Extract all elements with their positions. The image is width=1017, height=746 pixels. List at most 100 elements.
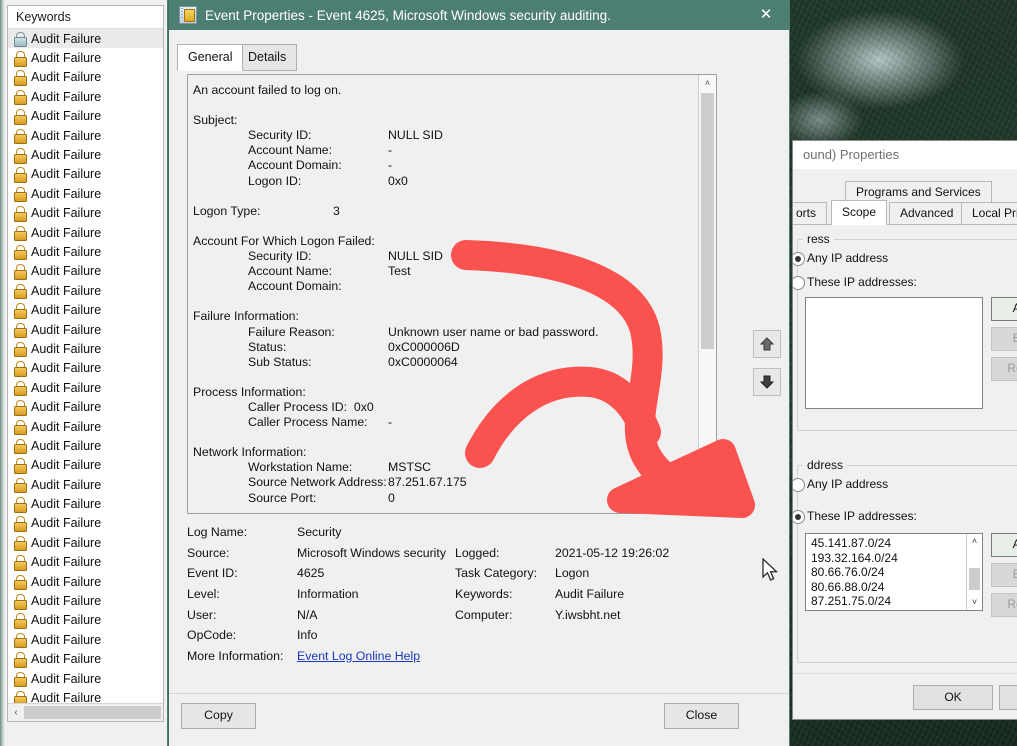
list-item[interactable]: Audit Failure — [8, 591, 163, 610]
tab-details[interactable]: Details — [237, 44, 298, 71]
list-item[interactable]: Audit Failure — [8, 68, 163, 87]
event-viewer-list-pane: Keywords Audit Failure Audit Failure Audit… — [0, 0, 169, 746]
keywords-list[interactable]: Keywords Audit Failure Audit Failure Audit… — [7, 5, 164, 722]
section-heading: Network Information: — [193, 445, 307, 460]
list-item[interactable]: Audit Failure — [8, 262, 163, 281]
list-item[interactable]: Audit Failure — [8, 204, 163, 223]
local-remove-button[interactable]: Rem — [991, 357, 1017, 381]
horizontal-scrollbar[interactable]: ‹ — [8, 703, 163, 721]
remote-edit-button[interactable]: Ed — [991, 563, 1017, 587]
scroll-down-icon[interactable]: ˅ — [967, 595, 982, 610]
remote-ip-legend: ddress — [803, 458, 848, 472]
list-item[interactable]: Audit Failure — [8, 339, 163, 358]
close-icon[interactable]: ✕ — [743, 0, 789, 30]
remote-add-button[interactable]: Ad — [991, 533, 1017, 557]
scrollbar-track[interactable] — [24, 706, 161, 719]
close-button[interactable]: Close — [664, 703, 739, 729]
list-item[interactable]: 87.251.67.0/24 — [806, 609, 966, 610]
list-item[interactable]: Audit Failure — [8, 572, 163, 591]
list-item[interactable]: Audit Failure — [8, 300, 163, 319]
list-item[interactable]: Audit Failure — [8, 650, 163, 669]
event-description-box[interactable]: An account failed to log on. Subject: Sec… — [187, 74, 717, 514]
list-item[interactable]: Audit Failure — [8, 669, 163, 688]
mouse-cursor — [762, 558, 779, 581]
list-item[interactable]: Audit Failure — [8, 107, 163, 126]
user-label: User: — [187, 607, 217, 622]
description-field: Logon ID: 0x0 — [248, 173, 408, 188]
list-item[interactable]: 193.32.164.0/24 — [806, 551, 966, 566]
tab-advanced[interactable]: Advanced — [889, 202, 965, 224]
event-log-online-help-link[interactable]: Event Log Online Help — [297, 649, 420, 663]
list-item[interactable]: 87.251.75.0/24 — [806, 594, 966, 609]
list-item[interactable]: Audit Failure — [8, 514, 163, 533]
list-item[interactable]: Audit Failure — [8, 87, 163, 106]
list-item[interactable]: Audit Failure — [8, 165, 163, 184]
list-item[interactable]: Audit Failure — [8, 281, 163, 300]
list-item[interactable]: Audit Failure — [8, 359, 163, 378]
list-item[interactable]: 80.66.88.0/24 — [806, 580, 966, 595]
tab-scope[interactable]: Scope — [831, 200, 888, 225]
computer-label: Computer: — [455, 607, 513, 622]
list-item[interactable]: Audit Failure — [8, 475, 163, 494]
list-item[interactable]: Audit Failure — [8, 630, 163, 649]
local-ip-listbox[interactable] — [805, 297, 983, 409]
scroll-up-icon[interactable]: ˄ — [699, 75, 716, 92]
list-item[interactable]: Audit Failure — [8, 494, 163, 513]
list-item[interactable]: Audit Failure — [8, 242, 163, 261]
tab-ports[interactable]: orts — [793, 202, 828, 224]
lock-icon — [13, 671, 27, 688]
list-item[interactable]: 80.66.76.0/24 — [806, 565, 966, 580]
list-item[interactable]: Audit Failure — [8, 611, 163, 630]
list-item[interactable]: Audit Failure — [8, 223, 163, 242]
scrollbar-thumb[interactable] — [969, 568, 980, 590]
copy-button[interactable]: Copy — [181, 703, 256, 729]
lock-icon — [13, 458, 27, 474]
list-item[interactable]: Audit Failure — [8, 417, 163, 436]
tab-local-principals[interactable]: Local Princip — [961, 202, 1017, 224]
list-item[interactable]: Audit Failure — [8, 378, 163, 397]
lock-icon — [13, 31, 27, 48]
remote-ip-listbox[interactable]: 45.141.87.0/24 193.32.164.0/24 80.66.76.… — [805, 533, 983, 611]
list-item[interactable]: Audit Failure — [8, 145, 163, 164]
scroll-up-icon[interactable]: ˄ — [967, 534, 982, 549]
event-properties-titlebar: Event Properties - Event 4625, Microsoft… — [169, 0, 789, 30]
local-add-button[interactable]: Ad — [991, 297, 1017, 321]
window-edge — [0, 0, 5, 746]
description-scrollbar[interactable]: ˄ — [698, 75, 716, 511]
remote-remove-button[interactable]: Rem — [991, 593, 1017, 617]
list-item-label: Audit Failure — [31, 225, 102, 240]
list-item[interactable]: Audit Failure — [8, 29, 163, 49]
lock-icon — [13, 206, 27, 222]
list-item[interactable]: Audit Failure — [8, 397, 163, 416]
section-heading: Process Information: — [193, 384, 306, 399]
list-item[interactable]: Audit Failure — [8, 436, 163, 455]
list-item[interactable]: Audit Failure — [8, 533, 163, 552]
list-item[interactable]: Audit Failure — [8, 320, 163, 339]
local-edit-button[interactable]: Ed — [991, 327, 1017, 351]
more-information-label: More Information: — [187, 648, 284, 663]
section-heading: Failure Information: — [193, 309, 299, 324]
previous-event-button[interactable] — [753, 330, 781, 358]
tab-general[interactable]: General — [177, 44, 244, 71]
log-name-value: Security — [297, 525, 342, 540]
list-item[interactable]: 45.141.87.0/24 — [806, 536, 966, 551]
list-item[interactable]: Audit Failure — [8, 48, 163, 67]
column-header-keywords[interactable]: Keywords — [8, 6, 163, 29]
lock-icon — [13, 303, 27, 319]
list-item[interactable]: Audit Failure — [8, 126, 163, 145]
cancel-button[interactable]: Can — [999, 685, 1017, 710]
list-item[interactable]: Audit Failure — [8, 184, 163, 203]
divider — [169, 693, 789, 694]
remote-ip-scrollbar[interactable]: ˄ ˅ — [966, 534, 982, 610]
scroll-left-icon[interactable]: ‹ — [8, 707, 24, 718]
list-item[interactable]: Audit Failure — [8, 553, 163, 572]
next-event-button[interactable] — [753, 368, 781, 396]
list-item-label: Audit Failure — [31, 341, 102, 356]
ok-button[interactable]: OK — [913, 685, 993, 710]
scrollbar-thumb[interactable] — [701, 93, 714, 349]
level-label: Level: — [187, 587, 220, 602]
list-item[interactable]: Audit Failure — [8, 456, 163, 475]
